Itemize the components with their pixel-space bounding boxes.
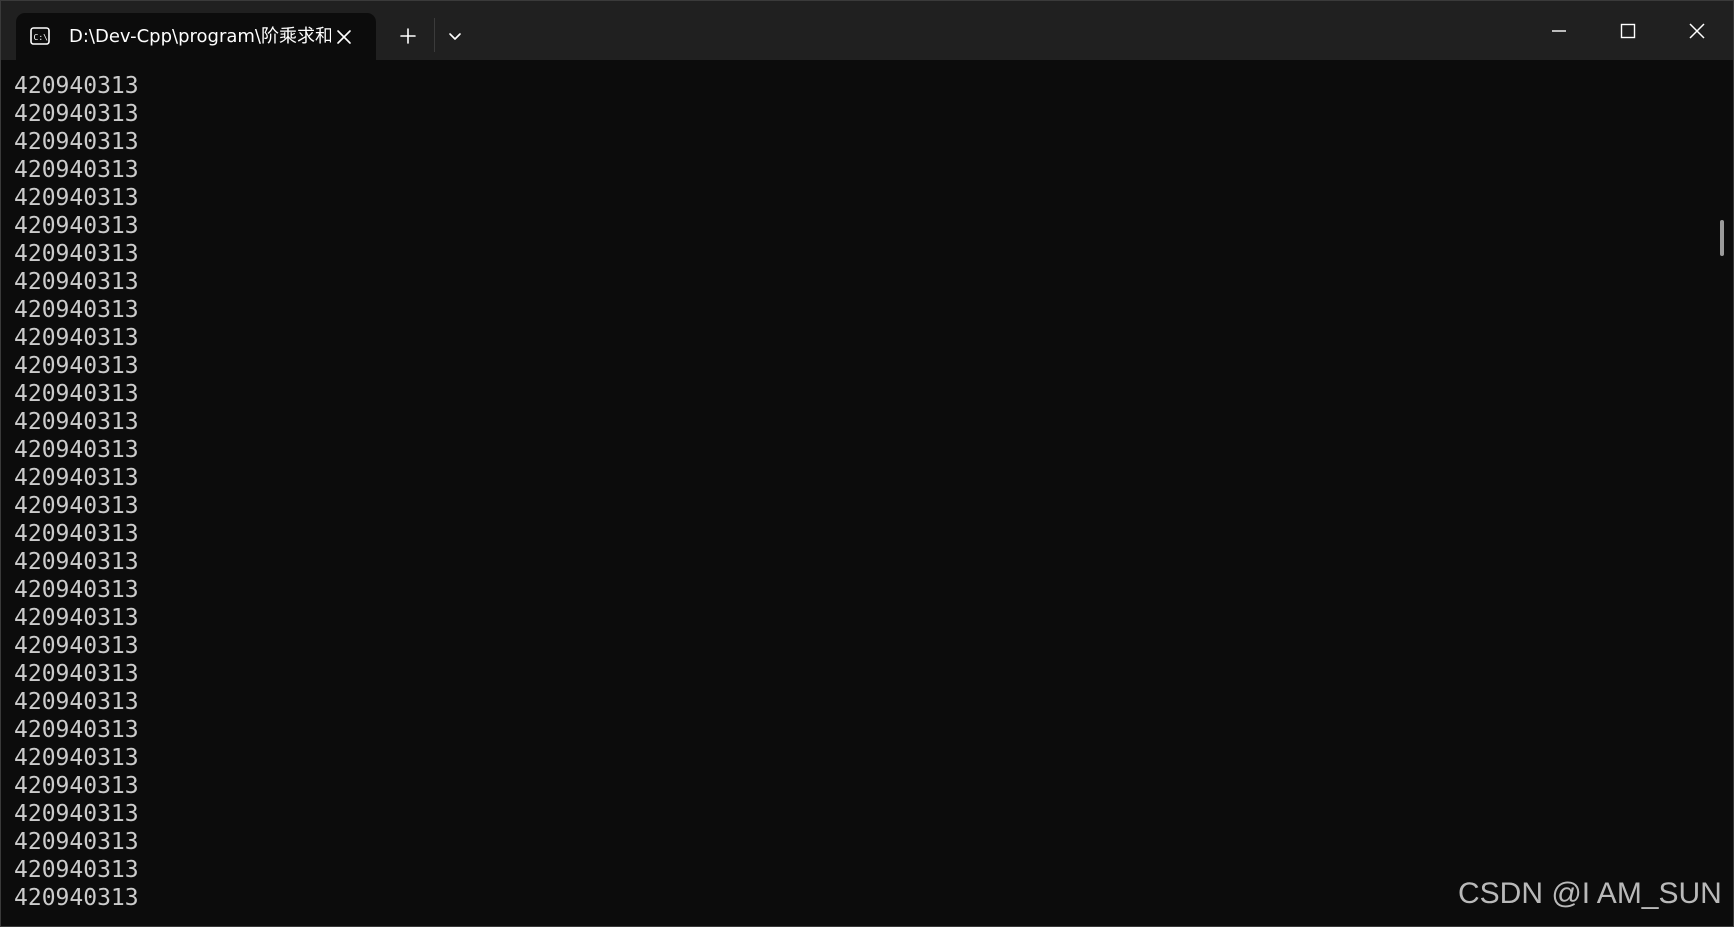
console-line: 420940313 [14, 577, 139, 603]
close-tab-icon[interactable] [332, 25, 356, 49]
svg-text:C:\: C:\ [34, 33, 49, 42]
scrollbar[interactable] [1720, 220, 1724, 256]
plus-icon[interactable] [393, 22, 423, 50]
console-line: 420940313 [14, 381, 139, 407]
console-output[interactable]: 420940313 420940313 420940313 420940313 4209… [0, 60, 1734, 927]
close-icon[interactable] [1674, 12, 1720, 50]
console-line: 420940313 [14, 129, 139, 155]
console-line: 420940313 [14, 297, 139, 323]
console-line: 420940313 [14, 241, 139, 267]
console-line: 420940313 [14, 213, 139, 239]
console-line: 420940313 [14, 857, 139, 883]
title-bar[interactable]: C:\ D:\Dev-Cpp\program\阶乘求和 [0, 0, 1734, 60]
console-line: 420940313 [14, 269, 139, 295]
console-line: 420940313 [14, 885, 139, 911]
console-line: 420940313 [14, 521, 139, 547]
console-line: 420940313 [14, 493, 139, 519]
console-line: 420940313 [14, 605, 139, 631]
console-line: 420940313 [14, 745, 139, 771]
chevron-down-icon[interactable] [440, 22, 470, 50]
terminal-icon: C:\ [30, 27, 50, 45]
console-line: 420940313 [14, 325, 139, 351]
console-lines: 420940313 420940313 420940313 420940313 4209… [14, 72, 139, 912]
terminal-window: C:\ D:\Dev-Cpp\program\阶乘求和 420940313 42… [0, 0, 1734, 927]
console-line: 420940313 [14, 437, 139, 463]
console-line: 420940313 [14, 465, 139, 491]
console-line: 420940313 [14, 717, 139, 743]
console-line: 420940313 [14, 409, 139, 435]
minimize-icon[interactable] [1536, 12, 1582, 50]
console-line: 420940313 [14, 157, 139, 183]
console-line: 420940313 [14, 353, 139, 379]
console-line: 420940313 [14, 829, 139, 855]
console-line: 420940313 [14, 661, 139, 687]
watermark: CSDN @I AM_SUN [1458, 877, 1722, 910]
console-line: 420940313 [14, 633, 139, 659]
console-line: 420940313 [14, 101, 139, 127]
console-line: 420940313 [14, 549, 139, 575]
console-line: 420940313 [14, 185, 139, 211]
maximize-icon[interactable] [1605, 12, 1651, 50]
console-line: 420940313 [14, 801, 139, 827]
tab-title: D:\Dev-Cpp\program\阶乘求和 [69, 26, 331, 47]
console-line: 420940313 [14, 689, 139, 715]
tab-separator [434, 18, 435, 52]
tab-active[interactable]: C:\ D:\Dev-Cpp\program\阶乘求和 [16, 13, 376, 60]
console-line: 420940313 [14, 773, 139, 799]
console-line: 420940313 [14, 73, 139, 99]
